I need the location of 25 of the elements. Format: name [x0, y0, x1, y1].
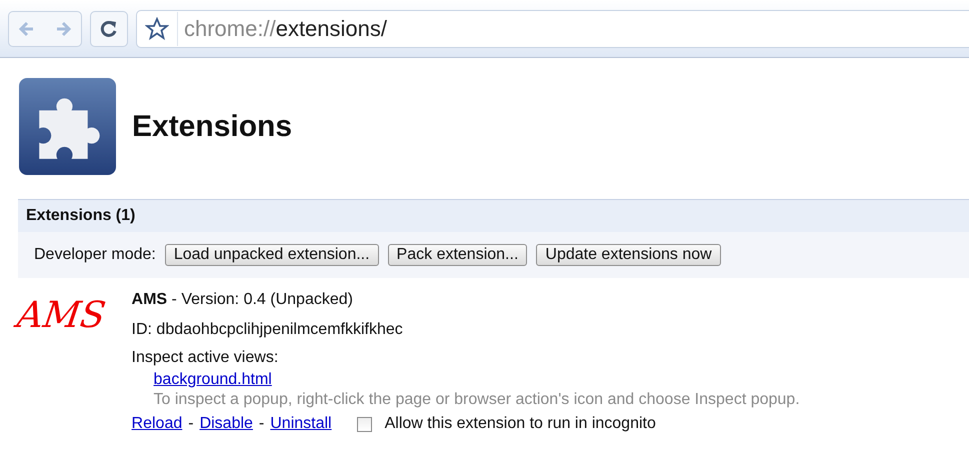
- action-button[interactable]: Update extensions now: [536, 244, 721, 266]
- action-button[interactable]: Pack extension...: [388, 244, 528, 266]
- reload-icon: [99, 18, 119, 38]
- address-bar[interactable]: chrome://extensions/: [136, 10, 969, 48]
- action-link[interactable]: Uninstall: [270, 415, 332, 433]
- star-icon[interactable]: [145, 16, 169, 40]
- separator-dash: -: [258, 415, 264, 433]
- action-button[interactable]: Load unpacked extension...: [164, 244, 379, 266]
- view-link[interactable]: background.html: [154, 371, 272, 388]
- url-text: chrome://extensions/: [177, 12, 387, 46]
- extension-id: ID: dbdaohbcpclihjpenilmcemfkkifkhec: [132, 320, 404, 340]
- incognito-checkbox[interactable]: [356, 416, 372, 432]
- action-link[interactable]: Reload: [132, 415, 182, 433]
- separator-dash: -: [188, 415, 194, 433]
- inspect-label: Inspect active views:: [132, 348, 280, 368]
- extension-name-version: AMS - Version: 0.4 (Unpacked): [132, 290, 354, 310]
- section-title: Extensions (1): [26, 207, 136, 224]
- developer-mode-label: Developer mode:: [34, 246, 156, 264]
- page-title: Extensions: [132, 110, 292, 144]
- reload-button[interactable]: [90, 10, 128, 46]
- puzzle-piece-icon: [19, 78, 116, 175]
- incognito-label: Allow this extension to run in incognito: [384, 415, 656, 433]
- inspect-hint: To inspect a popup, right-click the page or browser action's icon and choose Inspect popup.: [152, 390, 800, 410]
- extension-logo: AMS: [14, 294, 110, 338]
- action-link[interactable]: Disable: [200, 415, 253, 433]
